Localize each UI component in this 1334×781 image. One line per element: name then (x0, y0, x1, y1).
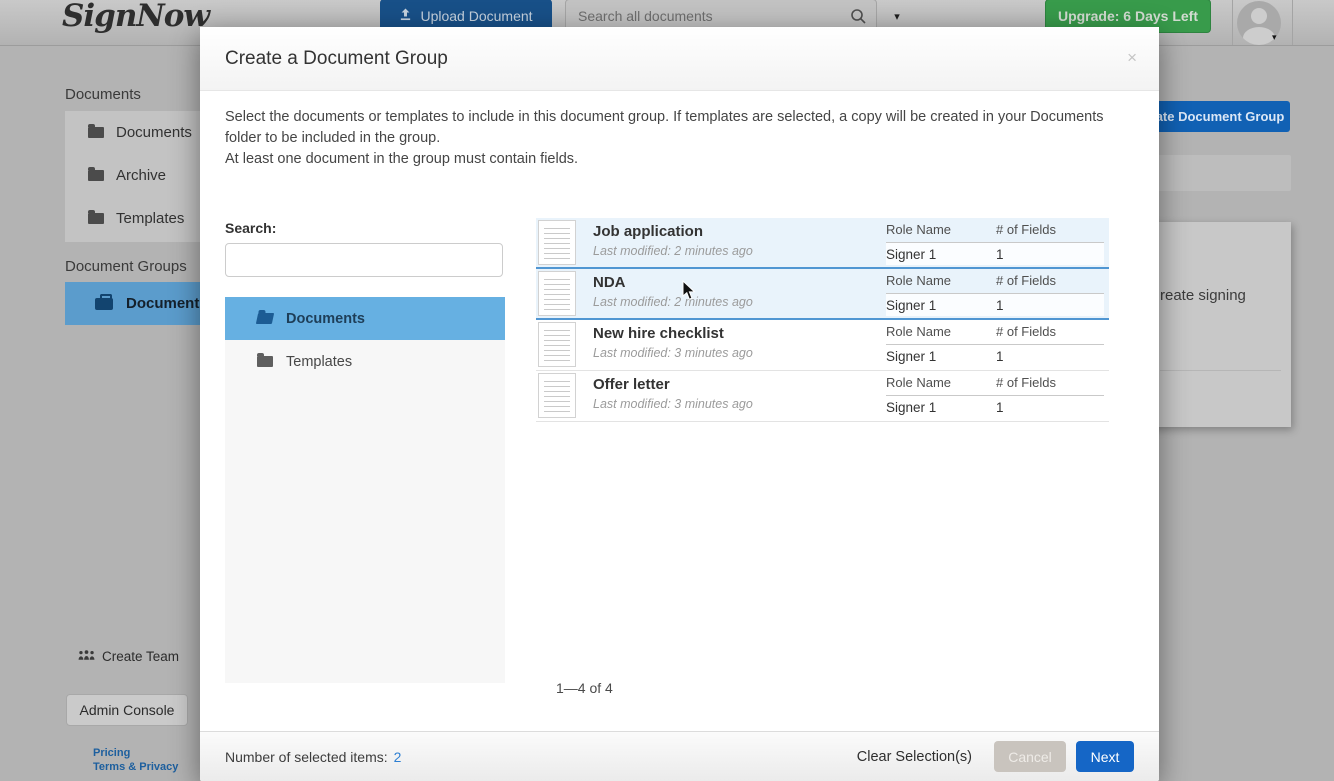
modal-search-label: Search: (225, 220, 276, 236)
folder-label: Templates (286, 354, 352, 370)
document-modified: Last modified: 3 minutes ago (593, 346, 753, 360)
modal-title: Create a Document Group (225, 27, 448, 91)
document-row-nda[interactable]: NDA Last modified: 2 minutes ago Role Na… (536, 269, 1109, 320)
sidebar-item-documents[interactable]: Documents (65, 111, 200, 154)
briefcase-icon (95, 298, 113, 310)
background-card-divider (1160, 370, 1281, 371)
sidebar-section-document-groups: Document Groups (65, 258, 187, 275)
cancel-button[interactable]: Cancel (994, 741, 1066, 772)
modal-folder-documents[interactable]: Documents (225, 297, 505, 340)
header-divider (1232, 0, 1233, 45)
terms-privacy-link[interactable]: Terms & Privacy (93, 761, 178, 773)
modal-folder-list: Documents Templates (225, 297, 505, 683)
open-folder-icon (256, 313, 274, 324)
clear-selection-button[interactable]: Clear Selection(s) (857, 749, 972, 765)
document-thumbnail (538, 220, 576, 265)
fields-value: 1 (996, 298, 1004, 313)
role-name-header: Role Name (886, 222, 996, 242)
document-thumbnail (538, 373, 576, 418)
document-row-offer-letter[interactable]: Offer letter Last modified: 3 minutes ag… (536, 371, 1109, 422)
folder-icon (88, 170, 104, 181)
sidebar-item-label: Document (126, 295, 199, 312)
modal-header: Create a Document Group × (200, 27, 1159, 91)
modal-footer: Number of selected items: 2 Clear Select… (200, 731, 1159, 781)
role-table: Role Name # of Fields Signer 1 1 (886, 222, 1104, 265)
modal-search-input[interactable] (225, 243, 503, 277)
upload-icon (399, 8, 412, 24)
document-title: Offer letter (593, 376, 670, 393)
document-thumbnail (538, 271, 576, 316)
fields-header: # of Fields (996, 222, 1056, 242)
account-menu-caret-icon[interactable]: ▾ (1272, 32, 1277, 43)
fields-header: # of Fields (996, 273, 1056, 293)
role-table: Role Name # of Fields Signer 1 1 (886, 324, 1104, 367)
sidebar-item-templates[interactable]: Templates (65, 197, 200, 240)
fields-header: # of Fields (996, 324, 1056, 344)
sidebar-folder-panel: Documents Archive Templates (65, 111, 200, 242)
background-toolbar-fragment (1150, 155, 1291, 191)
sidebar-item-label: Documents (116, 124, 192, 141)
sidebar-section-documents: Documents (65, 86, 141, 103)
next-button[interactable]: Next (1076, 741, 1134, 772)
close-icon[interactable]: × (1127, 49, 1137, 66)
role-name-header: Role Name (886, 375, 996, 395)
document-modified: Last modified: 3 minutes ago (593, 397, 753, 411)
create-team-label: Create Team (102, 649, 179, 664)
document-modified: Last modified: 2 minutes ago (593, 295, 753, 309)
role-table: Role Name # of Fields Signer 1 1 (886, 375, 1104, 418)
document-row-new-hire-checklist[interactable]: New hire checklist Last modified: 3 minu… (536, 320, 1109, 371)
folder-icon (88, 213, 104, 224)
role-table: Role Name # of Fields Signer 1 1 (886, 273, 1104, 316)
document-title: Job application (593, 223, 703, 240)
create-document-group-button[interactable]: ate Document Group (1150, 101, 1290, 132)
pricing-link[interactable]: Pricing (93, 747, 130, 759)
team-people-icon (77, 649, 96, 664)
document-title: New hire checklist (593, 325, 724, 342)
sidebar-item-archive[interactable]: Archive (65, 154, 200, 197)
folder-label: Documents (286, 311, 365, 327)
pagination-label: 1—4 of 4 (556, 680, 613, 696)
header-divider (1292, 0, 1293, 45)
create-document-group-modal: Create a Document Group × Select the doc… (200, 27, 1159, 781)
description-line-2: At least one document in the group must … (225, 149, 1118, 170)
background-card-fragment: reate signing (1150, 222, 1291, 427)
app-screen: SignNow Upload Document ▾ Upgrade: 6 Day… (0, 0, 1334, 781)
fields-value: 1 (996, 400, 1004, 415)
role-name-value: Signer 1 (886, 400, 996, 415)
selected-items-label: Number of selected items: (225, 749, 388, 765)
document-list: Job application Last modified: 2 minutes… (536, 218, 1109, 422)
sidebar-item-label: Templates (116, 210, 184, 227)
sidebar-item-document-group[interactable]: Document (65, 282, 200, 325)
fields-value: 1 (996, 247, 1004, 262)
fields-header: # of Fields (996, 375, 1056, 395)
role-name-value: Signer 1 (886, 349, 996, 364)
admin-console-button[interactable]: Admin Console (66, 694, 188, 726)
upload-label: Upload Document (420, 8, 532, 24)
folder-icon (88, 127, 104, 138)
modal-folder-templates[interactable]: Templates (225, 340, 505, 383)
document-modified: Last modified: 2 minutes ago (593, 244, 753, 258)
modal-description: Select the documents or templates to inc… (225, 107, 1118, 170)
fields-value: 1 (996, 349, 1004, 364)
signnow-logo: SignNow (62, 0, 209, 34)
chevron-down-icon: ▾ (894, 10, 900, 23)
create-team-button[interactable]: Create Team (77, 649, 179, 664)
description-line-1: Select the documents or templates to inc… (225, 107, 1118, 149)
folder-icon (257, 356, 273, 367)
document-thumbnail (538, 322, 576, 367)
role-name-header: Role Name (886, 273, 996, 293)
role-name-value: Signer 1 (886, 298, 996, 313)
background-card-text: reate signing (1160, 287, 1246, 304)
selected-items-count: 2 (394, 749, 402, 765)
role-name-value: Signer 1 (886, 247, 996, 262)
document-title: NDA (593, 274, 626, 291)
document-row-job-application[interactable]: Job application Last modified: 2 minutes… (536, 218, 1109, 269)
role-name-header: Role Name (886, 324, 996, 344)
sidebar-item-label: Archive (116, 167, 166, 184)
